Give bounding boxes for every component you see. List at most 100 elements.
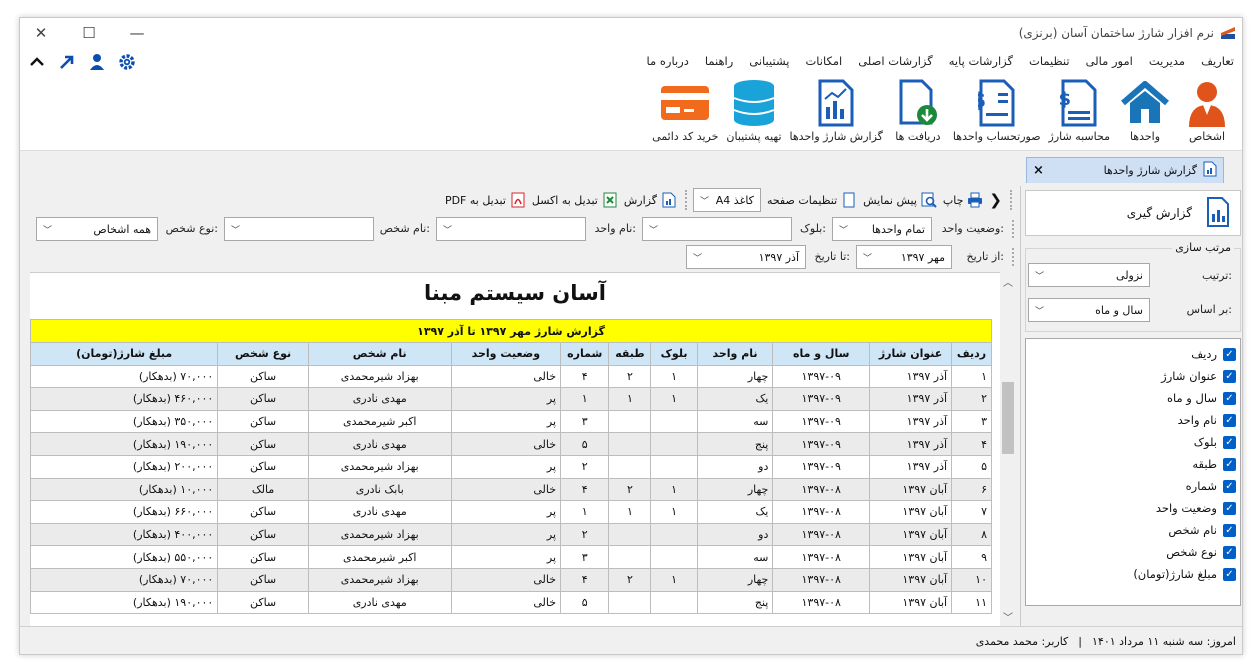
maximize-button[interactable]: ☐ [76,22,102,44]
close-window-button[interactable]: ✕ [28,22,54,44]
column-toggle[interactable]: ✓ طبقه [1026,453,1240,475]
page-settings-button[interactable]: تنظیمات صفحه [767,192,857,208]
column-header[interactable]: بلوک [650,342,698,366]
column-toggle[interactable]: ✓ عنوان شارژ [1026,365,1240,387]
from-date-select[interactable]: مهر ۱۳۹۷ ﹀ [856,245,952,269]
table-row[interactable]: ۱۰ آبان ۱۳۹۷ ۱۳۹۷-۰۸ چهار ۱ ۲ ۴ خالی بهزاد شیرمح… [30,567,992,592]
sort-basis-select[interactable]: سال و ماه ﹀ [1028,298,1150,322]
ribbon-units-button[interactable]: واحدها [1114,78,1176,143]
chevron-down-icon: ﹀ [443,225,453,236]
column-header[interactable]: ردیف [951,342,992,366]
column-toggle[interactable]: ✓ مبلغ شارژ(تومان) [1026,563,1240,585]
column-toggle[interactable]: ✓ شماره [1026,475,1240,497]
person-name-select[interactable]: ﹀ [224,217,374,241]
column-toggle[interactable]: ✓ وضعیت واحد [1026,497,1240,519]
paper-size-select[interactable]: کاغذ A4 ﹀ [692,188,761,212]
menu-item[interactable]: تنظیمات [1029,54,1070,68]
unit-name-select[interactable]: ﹀ [436,217,586,241]
checkbox-checked-icon[interactable]: ✓ [1223,545,1236,559]
report-table: گزارش شارژ مهر ۱۳۹۷ تا آذر ۱۳۹۷ ردیف عنوا… [30,319,992,615]
table-row[interactable]: ۱۱ آبان ۱۳۹۷ ۱۳۹۷-۰۸ پنج ۵ خالی مهدی نادری ساکن… [30,590,992,615]
to-date-select[interactable]: آذر ۱۳۹۷ ﹀ [686,245,806,269]
svg-text:$: $ [978,88,986,112]
minimize-button[interactable]: — [124,22,150,44]
scroll-down-icon[interactable]: ﹀ [1002,609,1014,624]
column-toggle[interactable]: ✓ ردیف [1026,343,1240,365]
person-type-select[interactable]: همه اشخاص ﹀ [36,217,158,241]
column-toggle[interactable]: ✓ نوع شخص [1026,541,1240,563]
menu-item[interactable]: تعاریف [1201,54,1234,68]
print-button[interactable]: چاپ [943,192,984,208]
unit-status-select[interactable]: تمام واحدها ﹀ [832,217,932,241]
menu-item[interactable]: پشتیبانی [749,54,789,68]
close-tab-icon[interactable]: × [1033,163,1044,178]
column-header[interactable]: طبقه [608,342,652,366]
ribbon-receipts-button[interactable]: دریافت ها [887,78,949,143]
column-header[interactable]: شماره [560,342,610,366]
sort-order-select[interactable]: نزولی ﹀ [1028,263,1150,287]
column-header[interactable]: نام واحد [696,342,774,366]
block-select[interactable]: ﹀ [642,217,792,241]
table-row[interactable]: ۶ آبان ۱۳۹۷ ۱۳۹۷-۰۸ چهار ۱ ۲ ۴ خالی بابک نادری ما… [30,477,992,502]
table-cell: مهدی نادری [307,432,452,456]
table-row[interactable]: ۸ آبان ۱۳۹۷ ۱۳۹۷-۰۸ دو ۲ پر بهزاد شیرمحمدی ساکن… [30,522,992,547]
menu-item[interactable]: مدیریت [1149,54,1185,68]
ribbon-statements-button[interactable]: $ صورتحساب واحدها [949,78,1045,143]
menu-item[interactable]: راهنما [705,54,733,68]
report-scrollbar[interactable]: ︿ ﹀ [1000,272,1016,626]
column-toggle[interactable]: ✓ نام شخص [1026,519,1240,541]
ribbon-charge-report-button[interactable]: گزارش شارژ واحدها [786,78,887,143]
tab-charge-report[interactable]: گزارش شارژ واحدها × [1026,157,1224,183]
ribbon-backup-button[interactable]: تهیه پشتیبان [722,78,785,143]
column-header[interactable]: عنوان شارژ [869,342,953,366]
table-row[interactable]: ۹ آبان ۱۳۹۷ ۱۳۹۷-۰۸ سه ۳ پر اکبر شیرمحمدی ساکن ۵… [30,545,992,569]
scroll-up-icon[interactable]: ︿ [1002,274,1014,289]
checkbox-checked-icon[interactable]: ✓ [1223,479,1236,493]
menu-item[interactable]: امور مالی [1086,54,1133,68]
checkbox-checked-icon[interactable]: ✓ [1223,523,1236,537]
table-row[interactable]: ۵ آذر ۱۳۹۷ ۱۳۹۷-۰۹ دو ۲ پر بهزاد شیرمحمدی ساکن ۲… [30,454,992,479]
nav-back-button[interactable]: ❮ [989,191,1002,209]
column-header[interactable]: نام شخص [307,342,452,366]
menu-item[interactable]: گزارشات اصلی [858,54,933,68]
table-cell: چهار [696,364,774,389]
user-icon[interactable] [88,53,106,71]
menu-item[interactable]: گزارشات پایه [949,54,1013,68]
report-button[interactable]: گزارش [624,192,677,208]
table-row[interactable]: ۴ آذر ۱۳۹۷ ۱۳۹۷-۰۹ پنج ۵ خالی مهدی نادری ساکن ۱۹… [30,432,992,456]
column-toggle[interactable]: ✓ نام واحد [1026,409,1240,431]
checkbox-checked-icon[interactable]: ✓ [1223,435,1236,449]
checkbox-checked-icon[interactable]: ✓ [1223,501,1236,515]
checkbox-checked-icon[interactable]: ✓ [1223,391,1236,405]
column-toggle[interactable]: ✓ بلوک [1026,431,1240,453]
checkbox-checked-icon[interactable]: ✓ [1223,457,1236,471]
filter-row-2: از تاریخ: مهر ۱۳۹۷ ﹀ تا تاریخ: آذر ۱۳۹۷ … [20,244,1016,274]
export-excel-button[interactable]: تبدیل به اکسل [532,192,618,208]
ribbon-charge-calc-button[interactable]: $ محاسبه شارژ [1045,78,1114,143]
checkbox-checked-icon[interactable]: ✓ [1223,567,1236,581]
export-pdf-button[interactable]: تبدیل به PDF [445,192,526,208]
checkbox-checked-icon[interactable]: ✓ [1223,369,1236,383]
table-row[interactable]: ۳ آذر ۱۳۹۷ ۱۳۹۷-۰۹ سه ۳ پر اکبر شیرمحمدی ساکن ۳۵… [30,409,992,434]
checkbox-checked-icon[interactable]: ✓ [1223,347,1236,361]
arrow-up-right-icon[interactable] [58,53,76,71]
column-toggle[interactable]: ✓ سال و ماه [1026,387,1240,409]
preview-button[interactable]: پیش نمایش [863,192,937,208]
pdf-icon [510,192,526,208]
column-header[interactable]: سال و ماه [772,342,871,366]
chevron-up-icon[interactable] [28,53,46,71]
column-header[interactable]: نوع شخص [217,342,309,366]
menu-item[interactable]: درباره ما [647,54,689,68]
column-header[interactable]: وضعیت واحد [450,342,562,366]
settings-icon[interactable] [118,53,136,71]
scroll-thumb[interactable] [1002,382,1014,454]
ribbon-buy-code-button[interactable]: خرید کد دائمی [648,78,722,143]
ribbon-people-button[interactable]: اشخاص [1176,78,1238,143]
column-header[interactable]: مبلغ شارژ(تومان) [30,342,219,366]
table-row[interactable]: ۲ آذر ۱۳۹۷ ۱۳۹۷-۰۹ یک ۱ ۱ ۱ پر مهدی نادری ساکن ۴۶۰… [30,387,992,411]
checkbox-checked-icon[interactable]: ✓ [1223,413,1236,427]
table-row[interactable]: ۷ آبان ۱۳۹۷ ۱۳۹۷-۰۸ یک ۱ ۱ ۱ پر مهدی نادری ساکن ۶۶… [30,500,992,524]
menu-item[interactable]: امکانات [805,54,842,68]
table-row[interactable]: ۱ آذر ۱۳۹۷ ۱۳۹۷-۰۹ چهار ۱ ۲ ۴ خالی بهزاد شیرمحمد… [30,364,992,389]
generate-report-button[interactable]: گزارش گیری [1025,190,1241,236]
